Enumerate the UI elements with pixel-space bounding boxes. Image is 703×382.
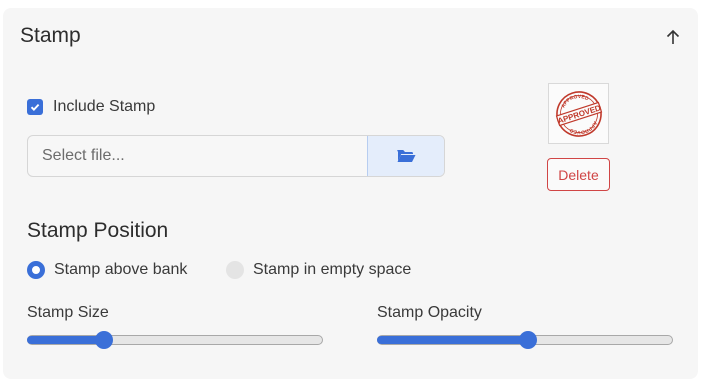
folder-open-icon xyxy=(397,150,416,162)
include-stamp-checkbox-row[interactable]: Include Stamp xyxy=(27,98,155,116)
stamp-preview: APPROVED APPROVED APPROVED xyxy=(548,83,609,144)
include-stamp-label: Include Stamp xyxy=(53,98,156,115)
radio-button-selected[interactable] xyxy=(27,261,45,279)
slider-fill xyxy=(377,336,528,344)
radio-label: Stamp in empty space xyxy=(253,261,412,278)
stamp-file-input[interactable] xyxy=(28,136,367,176)
collapse-button[interactable] xyxy=(663,26,683,48)
slider-fill xyxy=(27,336,104,344)
radio-stamp-above-bank[interactable]: Stamp above bank xyxy=(27,261,187,279)
panel-title: Stamp xyxy=(20,24,81,47)
stamp-panel: Stamp Include Stamp Select file... APPRO… xyxy=(3,8,698,379)
stamp-opacity-label: Stamp Opacity xyxy=(377,304,482,321)
slider-thumb[interactable] xyxy=(94,331,113,349)
stamp-size-label: Stamp Size xyxy=(27,304,109,321)
approved-stamp-image: APPROVED APPROVED APPROVED xyxy=(555,90,602,138)
arrow-up-icon xyxy=(666,29,680,44)
delete-stamp-button[interactable]: Delete xyxy=(547,158,610,191)
stamp-file-field xyxy=(27,135,445,177)
radio-label: Stamp above bank xyxy=(54,261,188,278)
stamp-opacity-slider[interactable] xyxy=(377,331,673,349)
stamp-size-slider[interactable] xyxy=(27,331,323,349)
include-stamp-checkbox[interactable] xyxy=(27,99,43,115)
radio-stamp-in-empty-space[interactable]: Stamp in empty space xyxy=(226,261,411,279)
stamp-position-title: Stamp Position xyxy=(27,219,169,242)
checkmark-icon xyxy=(30,103,40,111)
browse-file-button[interactable] xyxy=(367,136,444,176)
radio-button-unselected[interactable] xyxy=(226,261,244,279)
slider-thumb[interactable] xyxy=(518,331,537,349)
